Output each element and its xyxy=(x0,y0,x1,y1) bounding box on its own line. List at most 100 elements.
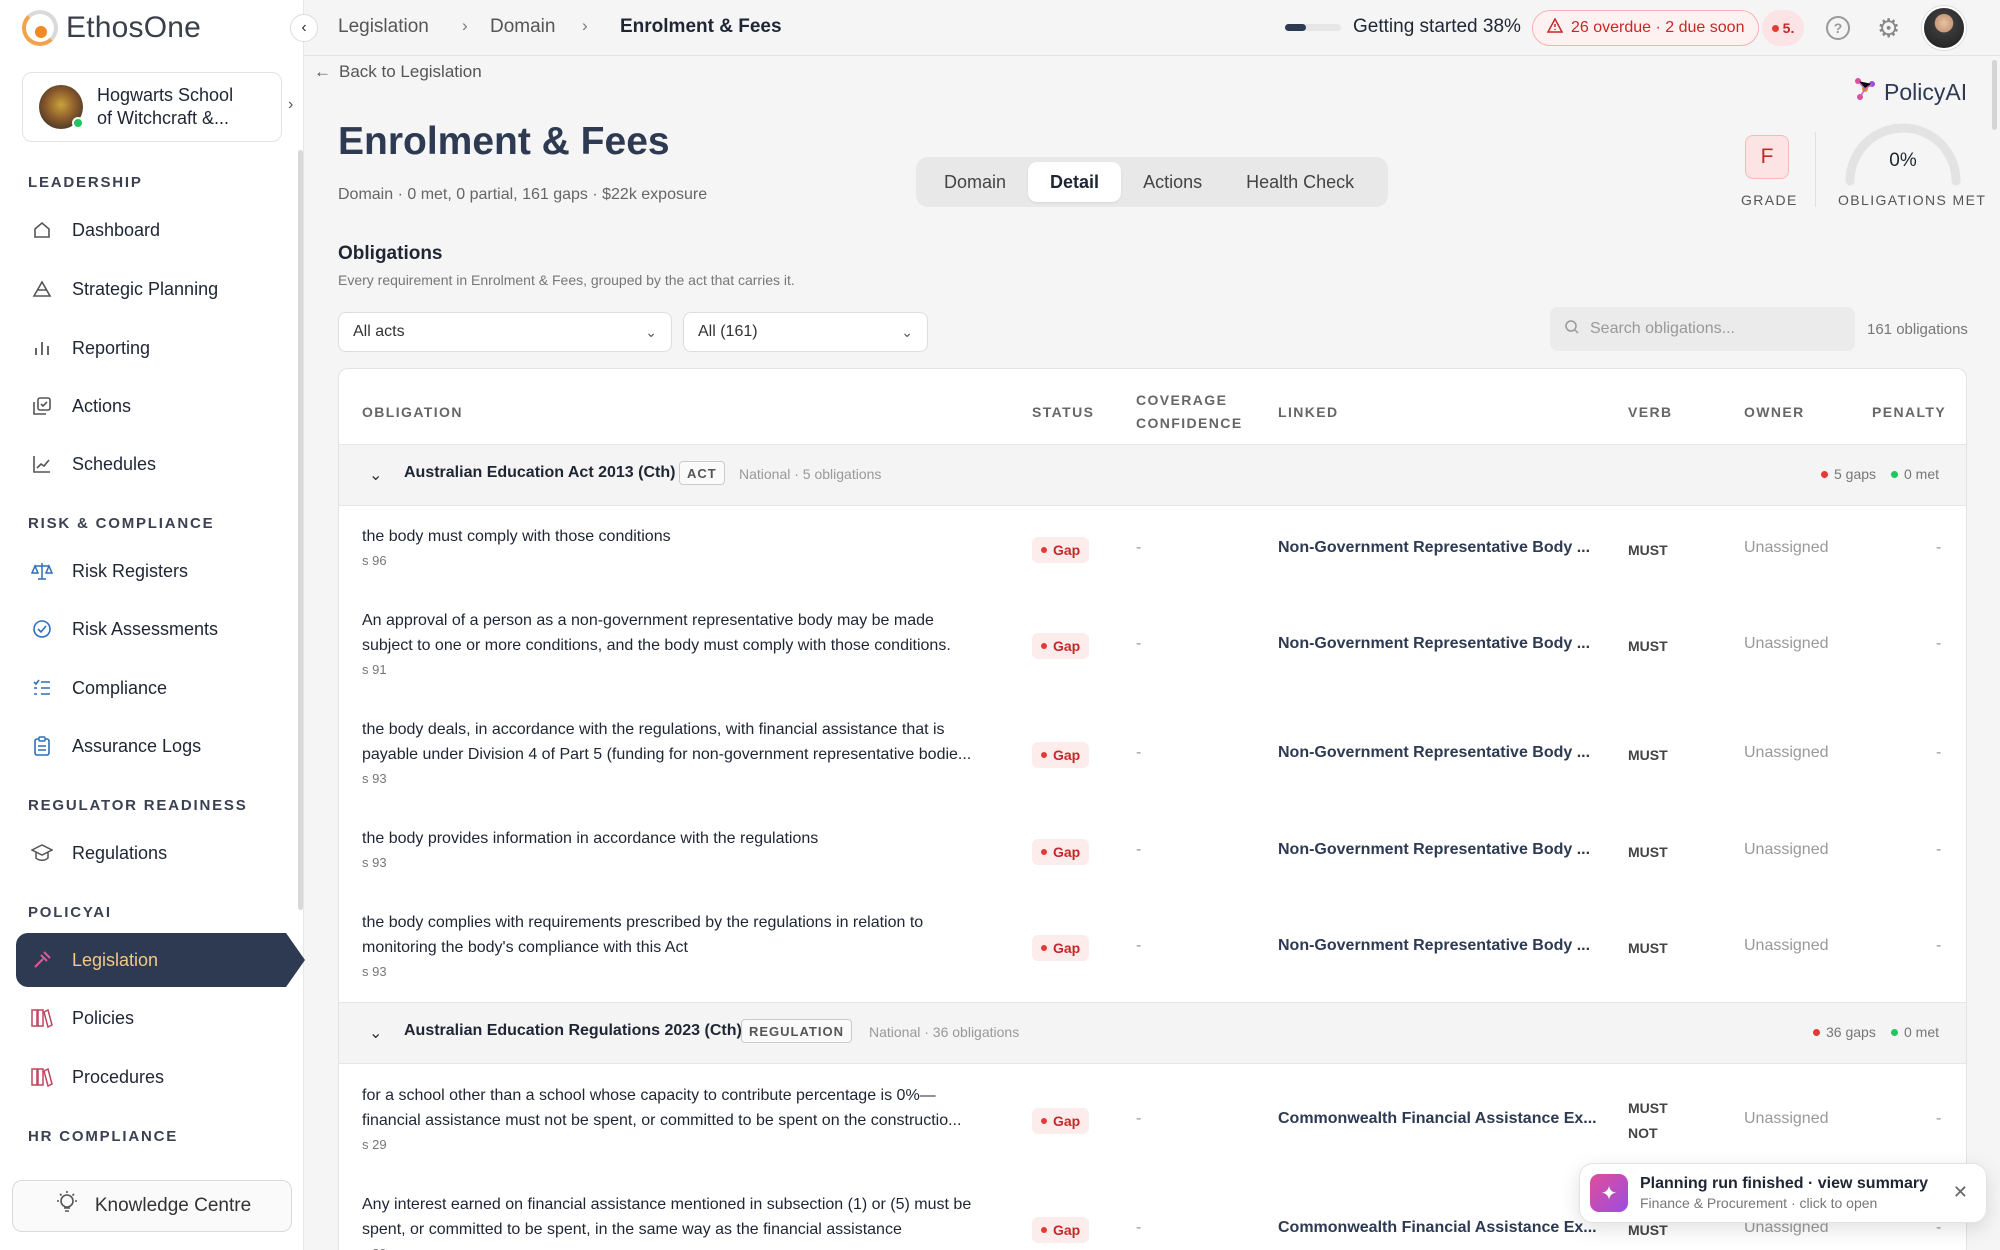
linked-item[interactable]: Non-Government Representative Body ... xyxy=(1278,635,1590,653)
coverage-value: - xyxy=(1136,937,1142,954)
sidebar-scrollbar[interactable] xyxy=(298,150,303,910)
status-badge: Gap xyxy=(1032,742,1090,768)
sidebar-item-policies[interactable]: Policies xyxy=(16,991,300,1045)
status-badge: Gap xyxy=(1032,1217,1090,1243)
obligation-text: Any interest earned on financial assista… xyxy=(362,1196,972,1250)
met-dot-icon xyxy=(1891,470,1898,478)
sidebar-item-strategic-planning[interactable]: Strategic Planning xyxy=(16,262,300,316)
sidebar-item-dashboard[interactable]: Dashboard xyxy=(16,203,300,257)
collapse-sidebar-button[interactable]: ‹ xyxy=(290,14,318,42)
verb-value: MUST xyxy=(1628,940,1668,956)
verb-value: MUST xyxy=(1628,844,1668,860)
sidebar-item-schedules[interactable]: Schedules xyxy=(16,437,300,491)
owner-value[interactable]: Unassigned xyxy=(1744,841,1829,859)
notification-toast[interactable]: ✦ Planning run finished · view summary F… xyxy=(1579,1163,1987,1223)
col-coverage-confidence[interactable]: COVERAGE CONFIDENCE xyxy=(1136,389,1243,435)
sidebar-item-assurance-logs[interactable]: Assurance Logs xyxy=(16,719,300,773)
sidebar-item-actions[interactable]: Actions xyxy=(16,379,300,433)
sidebar-item-risk-assessments[interactable]: Risk Assessments xyxy=(16,602,300,656)
group-header[interactable]: ⌄ Australian Education Act 2013 (Cth) AC… xyxy=(339,444,1966,506)
gear-icon[interactable]: ⚙ xyxy=(1877,14,1900,42)
app: EthosOne Hogwarts School of Witchcraft &… xyxy=(0,0,2000,1250)
school-switcher[interactable]: Hogwarts School of Witchcraft &... xyxy=(22,72,282,142)
ethosone-logo-icon xyxy=(22,10,58,46)
tab-detail[interactable]: Detail xyxy=(1028,162,1122,202)
tab-actions[interactable]: Actions xyxy=(1121,162,1224,202)
warning-icon xyxy=(1546,17,1564,38)
obligation-text: the body complies with requirements pres… xyxy=(362,914,924,979)
knowledge-centre-button[interactable]: Knowledge Centre xyxy=(12,1180,292,1232)
penalty-value: - xyxy=(1936,744,1942,761)
sidebar-item-regulations[interactable]: Regulations xyxy=(16,826,300,880)
group-type-tag: ACT xyxy=(679,461,725,485)
chevron-down-icon: ⌄ xyxy=(901,323,913,340)
col-status[interactable]: STATUS xyxy=(1032,401,1094,424)
lightbulb-icon xyxy=(53,1189,81,1223)
back-link[interactable]: ← Back to Legislation xyxy=(314,62,482,82)
chevron-right-icon[interactable]: › xyxy=(288,96,293,114)
group-met: 0 met xyxy=(1891,1024,1939,1040)
overdue-badge[interactable]: 26 overdue · 2 due soon xyxy=(1532,10,1760,46)
col-verb[interactable]: VERB xyxy=(1628,401,1673,424)
page-title: Enrolment & Fees xyxy=(338,120,670,163)
linked-item[interactable]: Non-Government Representative Body ... xyxy=(1278,744,1590,762)
group-met: 0 met xyxy=(1891,466,1939,482)
chevron-down-icon[interactable]: ⌄ xyxy=(369,1023,382,1043)
owner-value[interactable]: Unassigned xyxy=(1744,937,1829,955)
linked-item[interactable]: Commonwealth Financial Assistance Ex... xyxy=(1278,1110,1597,1128)
col-linked[interactable]: LINKED xyxy=(1278,401,1339,424)
gap-dot-icon xyxy=(1041,849,1047,855)
page-scrollbar[interactable] xyxy=(1992,60,1997,130)
linked-item[interactable]: Non-Government Representative Body ... xyxy=(1278,841,1590,859)
act-filter-select[interactable]: All acts ⌄ xyxy=(338,312,672,352)
sidebar-item-legislation[interactable]: Legislation xyxy=(16,933,305,987)
online-status-dot xyxy=(72,117,84,129)
group-header[interactable]: ⌄ Australian Education Regulations 2023 … xyxy=(339,1002,1966,1064)
policyai-network-icon xyxy=(1852,76,1878,109)
notifications-badge[interactable]: 5. xyxy=(1762,10,1804,46)
chevron-right-icon: › xyxy=(582,16,588,35)
bar-chart-icon xyxy=(30,336,54,360)
breadcrumb-current: Enrolment & Fees xyxy=(620,16,782,37)
penalty-value: - xyxy=(1936,937,1942,954)
owner-value[interactable]: Unassigned xyxy=(1744,539,1829,557)
owner-value[interactable]: Unassigned xyxy=(1744,635,1829,653)
tab-domain[interactable]: Domain xyxy=(922,162,1028,202)
obligation-text: the body provides information in accorda… xyxy=(362,830,819,870)
search-input[interactable]: Search obligations... xyxy=(1550,307,1855,351)
tab-health-check[interactable]: Health Check xyxy=(1224,162,1376,202)
gavel-icon xyxy=(30,948,54,972)
chevron-left-icon: ‹ xyxy=(301,19,307,36)
getting-started-label[interactable]: Getting started 38% xyxy=(1353,16,1521,38)
coverage-value: - xyxy=(1136,1219,1142,1236)
linked-item[interactable]: Non-Government Representative Body ... xyxy=(1278,539,1590,557)
col-obligation[interactable]: OBLIGATION xyxy=(362,401,463,424)
linked-item[interactable]: Commonwealth Financial Assistance Ex... xyxy=(1278,1219,1597,1237)
owner-value[interactable]: Unassigned xyxy=(1744,1110,1829,1128)
close-icon[interactable]: ✕ xyxy=(1953,1182,1968,1203)
getting-started-progress[interactable] xyxy=(1285,24,1341,31)
sidebar-item-procedures[interactable]: Procedures xyxy=(16,1050,300,1104)
breadcrumb-domain[interactable]: Domain xyxy=(490,16,555,38)
arrow-left-icon: ← xyxy=(314,62,331,81)
owner-value[interactable]: Unassigned xyxy=(1744,744,1829,762)
sidebar-item-risk-registers[interactable]: Risk Registers xyxy=(16,544,300,598)
chevron-down-icon[interactable]: ⌄ xyxy=(369,465,382,485)
school-name: Hogwarts School of Witchcraft &... xyxy=(97,85,234,128)
sidebar-item-compliance[interactable]: Compliance xyxy=(16,661,300,715)
progress-fill xyxy=(1285,24,1307,31)
help-icon[interactable]: ? xyxy=(1826,16,1850,40)
chart-line-icon xyxy=(30,452,54,476)
sidebar-item-reporting[interactable]: Reporting xyxy=(16,321,300,375)
col-penalty[interactable]: PENALTY xyxy=(1872,401,1946,424)
user-avatar[interactable] xyxy=(1922,6,1966,50)
status-filter-select[interactable]: All (161) ⌄ xyxy=(683,312,928,352)
linked-item[interactable]: Non-Government Representative Body ... xyxy=(1278,937,1590,955)
clipboard-icon xyxy=(30,734,54,758)
breadcrumb-legislation[interactable]: Legislation xyxy=(338,16,429,38)
obligation-text: the body must comply with those conditio… xyxy=(362,528,671,568)
gap-dot-icon xyxy=(1041,945,1047,951)
obligation-text: the body deals, in accordance with the r… xyxy=(362,721,972,786)
col-owner[interactable]: OWNER xyxy=(1744,401,1805,424)
brand-logo[interactable]: EthosOne xyxy=(22,8,201,48)
